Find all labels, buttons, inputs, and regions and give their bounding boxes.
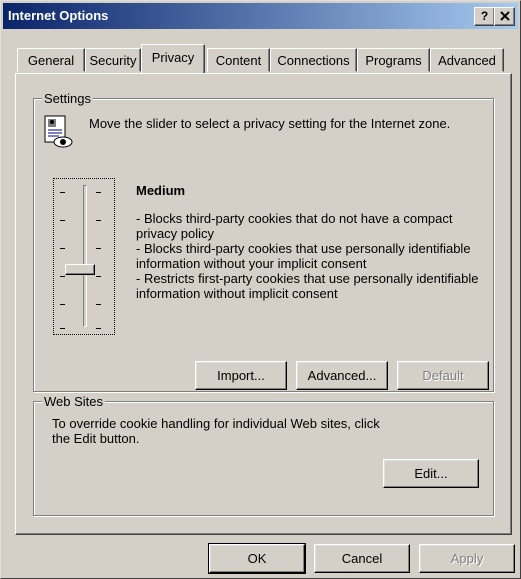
default-button[interactable]: Default xyxy=(397,361,489,390)
help-button[interactable]: ? xyxy=(474,7,495,26)
ok-button[interactable]: OK xyxy=(208,543,306,574)
advanced-button-label: Advanced... xyxy=(307,368,377,383)
privacy-description-1: - Blocks third-party cookies that do not… xyxy=(136,211,453,241)
slider-tick xyxy=(60,304,65,305)
slider-tick xyxy=(60,276,65,277)
slider-thumb[interactable] xyxy=(65,264,95,275)
websites-text: To override cookie handling for individu… xyxy=(52,416,380,446)
title-bar[interactable]: Internet Options ? xyxy=(3,3,518,29)
tab-advanced[interactable]: Advanced xyxy=(430,48,504,72)
advanced-button[interactable]: Advanced... xyxy=(296,361,388,390)
tab-programs[interactable]: Programs xyxy=(357,48,430,72)
ok-button-label: OK xyxy=(247,551,267,566)
slider-tick xyxy=(60,192,65,193)
apply-button[interactable]: Apply xyxy=(419,544,515,573)
settings-intro-text: Move the slider to select a privacy sett… xyxy=(89,116,451,131)
slider-tick xyxy=(96,304,101,305)
slider-tick xyxy=(96,248,101,249)
privacy-document-icon xyxy=(42,115,74,149)
privacy-panel: Settings Move the slider to select a pri… xyxy=(15,73,512,535)
tab-content[interactable]: Content xyxy=(207,48,270,72)
slider-tick xyxy=(96,328,101,329)
slider-tick xyxy=(96,276,101,277)
edit-button-label: Edit... xyxy=(414,466,448,481)
slider-tick xyxy=(96,220,101,221)
websites-legend: Web Sites xyxy=(42,394,106,409)
slider-tick xyxy=(96,192,101,193)
internet-options-window: Internet Options ? General Security Priv… xyxy=(0,0,521,579)
settings-legend: Settings xyxy=(42,91,93,106)
privacy-description-2: - Blocks third-party cookies that use pe… xyxy=(136,241,471,271)
tab-security[interactable]: Security xyxy=(85,48,141,72)
apply-button-label: Apply xyxy=(450,551,484,566)
privacy-level-label: Medium xyxy=(136,183,186,198)
window-title: Internet Options xyxy=(8,8,109,23)
tab-connections[interactable]: Connections xyxy=(270,48,357,72)
close-button[interactable] xyxy=(494,7,515,26)
slider-tick xyxy=(60,248,65,249)
slider-track xyxy=(83,185,87,327)
tab-general[interactable]: General xyxy=(17,48,85,72)
privacy-slider[interactable] xyxy=(53,178,115,335)
tab-privacy[interactable]: Privacy xyxy=(141,44,205,73)
edit-button[interactable]: Edit... xyxy=(383,459,479,488)
cancel-button-label: Cancel xyxy=(341,551,383,566)
slider-tick xyxy=(60,220,65,221)
import-button[interactable]: Import... xyxy=(195,361,287,390)
slider-tick xyxy=(60,328,65,329)
close-icon xyxy=(499,11,510,21)
default-button-label: Default xyxy=(422,368,464,383)
websites-group: Web Sites To override cookie handling fo… xyxy=(33,394,494,516)
settings-group: Settings Move the slider to select a pri… xyxy=(33,91,494,392)
cancel-button[interactable]: Cancel xyxy=(314,544,410,573)
import-button-label: Import... xyxy=(217,368,265,383)
privacy-description-3: - Restricts first-party cookies that use… xyxy=(136,271,479,301)
